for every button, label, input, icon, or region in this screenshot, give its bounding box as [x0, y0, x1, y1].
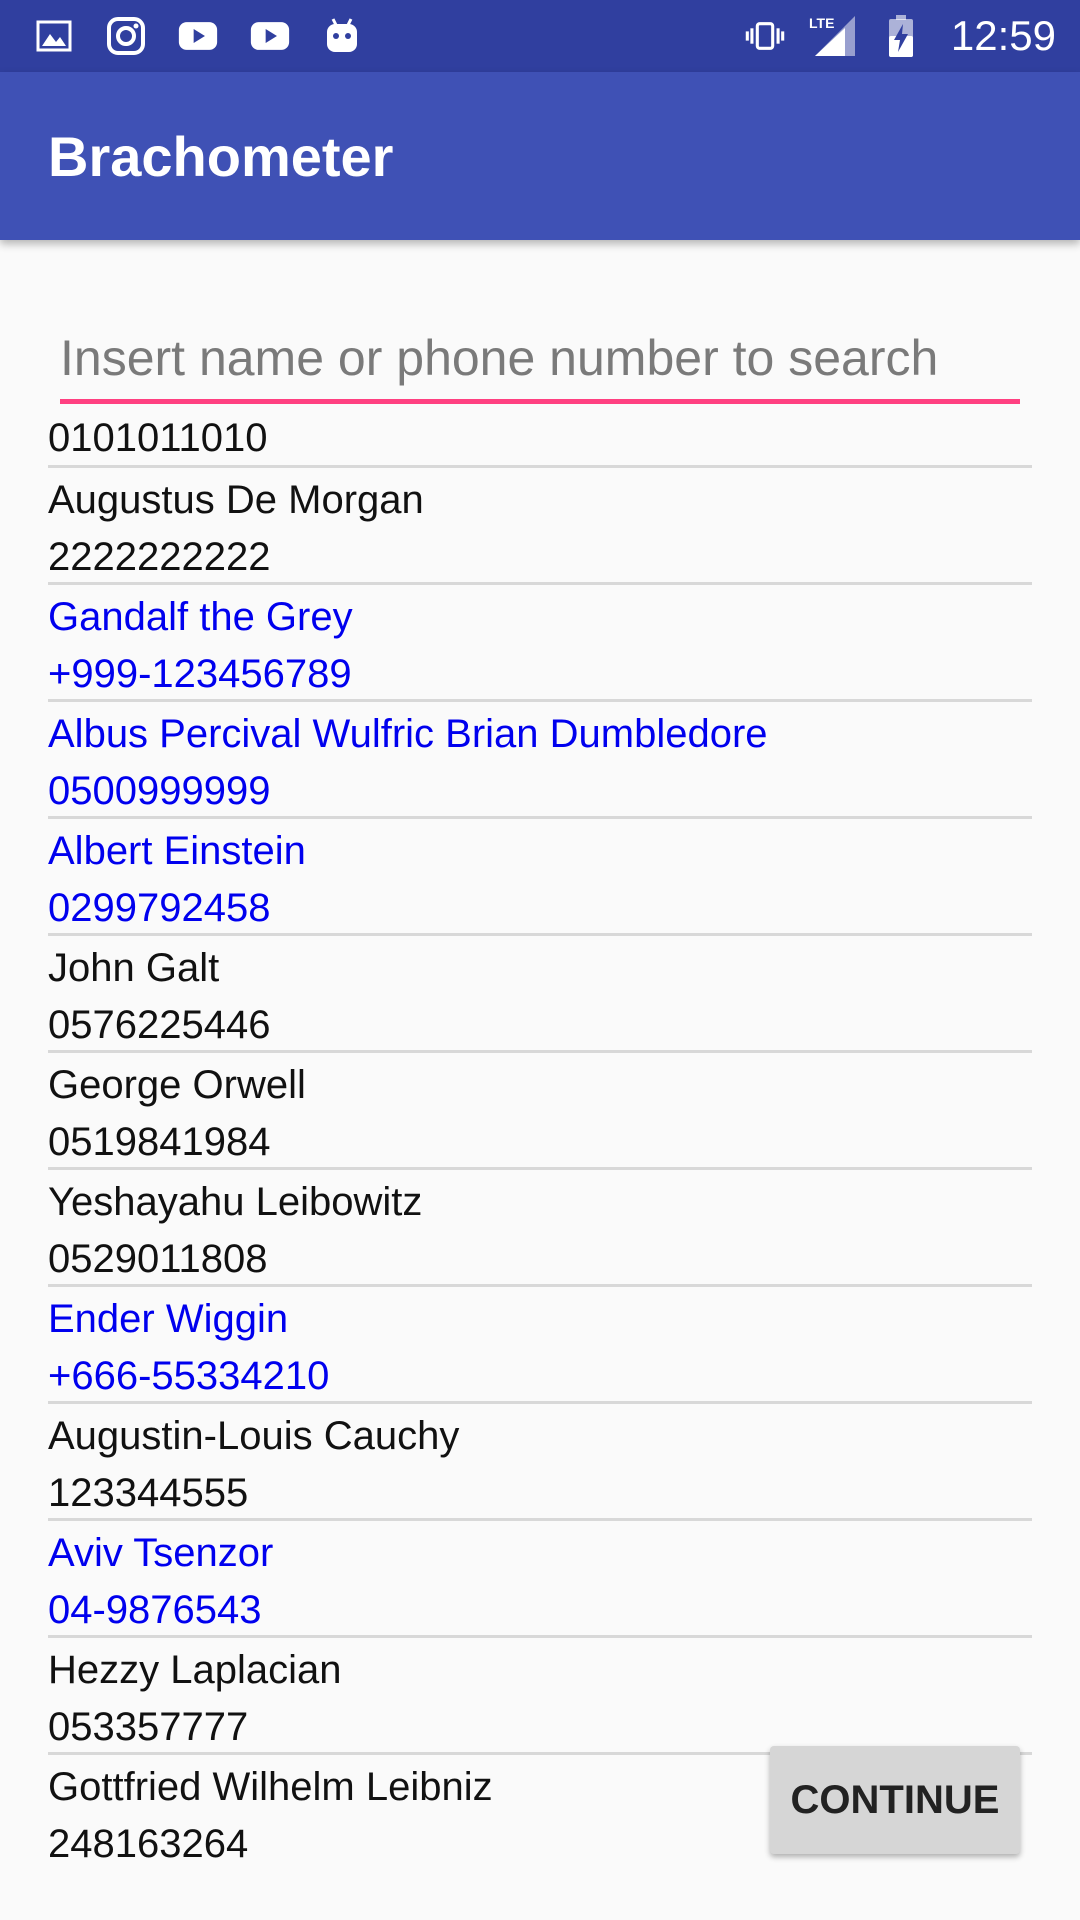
- contact-phone: 0299792458: [48, 886, 271, 930]
- app-bar: Brachometer: [0, 72, 1080, 240]
- list-item[interactable]: Hezzy Laplacian 053357777: [48, 1638, 1032, 1755]
- youtube-icon: [178, 16, 218, 56]
- list-item[interactable]: Yeshayahu Leibowitz 0529011808: [48, 1170, 1032, 1287]
- search-input[interactable]: [60, 318, 1020, 398]
- contact-list[interactable]: 0101011010 Augustus De Morgan 2222222222…: [48, 408, 1032, 1872]
- list-item[interactable]: Augustus De Morgan 2222222222: [48, 468, 1032, 585]
- contact-name: Ender Wiggin: [48, 1297, 289, 1341]
- continue-button[interactable]: CONTINUE: [770, 1746, 1020, 1854]
- contact-name: Hezzy Laplacian: [48, 1648, 342, 1692]
- contact-phone: 0529011808: [48, 1237, 268, 1281]
- list-item[interactable]: 0101011010: [48, 408, 1032, 468]
- contact-phone: 0519841984: [48, 1120, 271, 1164]
- list-item[interactable]: Albert Einstein 0299792458: [48, 819, 1032, 936]
- list-item[interactable]: Ender Wiggin +666-55334210: [48, 1287, 1032, 1404]
- contact-name: Yeshayahu Leibowitz: [48, 1180, 423, 1224]
- contact-phone: 0500999999: [48, 769, 271, 813]
- contact-phone: +999-123456789: [48, 652, 352, 696]
- contact-phone: 0101011010: [48, 416, 268, 460]
- app-title: Brachometer: [48, 124, 394, 188]
- list-item[interactable]: John Galt 0576225446: [48, 936, 1032, 1053]
- image-icon: [34, 16, 74, 56]
- contact-phone: 04-9876543: [48, 1588, 262, 1632]
- notification-icons: [34, 16, 394, 56]
- list-item[interactable]: George Orwell 0519841984: [48, 1053, 1032, 1170]
- youtube-icon: [250, 16, 290, 56]
- contact-name: Gandalf the Grey: [48, 595, 353, 639]
- contact-name: Augustin-Louis Cauchy: [48, 1414, 460, 1458]
- clock: 12:59: [950, 12, 1056, 59]
- contact-phone: 2222222222: [48, 535, 271, 579]
- contact-name: John Galt: [48, 946, 220, 990]
- svg-text:LTE: LTE: [809, 15, 834, 31]
- list-item[interactable]: Aviv Tsenzor 04-9876543: [48, 1521, 1032, 1638]
- search-field-container: [60, 318, 1020, 404]
- vibrate-icon: [745, 16, 785, 56]
- battery-charging-icon: [881, 15, 921, 57]
- contact-name: Augustus De Morgan: [48, 478, 424, 522]
- contact-phone: +666-55334210: [48, 1354, 330, 1398]
- contact-name: George Orwell: [48, 1063, 306, 1107]
- list-item[interactable]: Augustin-Louis Cauchy 123344555: [48, 1404, 1032, 1521]
- contact-name: Albus Percival Wulfric Brian Dumbledore: [48, 712, 768, 756]
- android-icon: [322, 16, 362, 56]
- status-bar: LTE 12:59: [0, 0, 1080, 72]
- lte-signal-icon: LTE: [809, 15, 857, 56]
- instagram-icon: [106, 16, 146, 56]
- contact-phone: 0576225446: [48, 1003, 271, 1047]
- system-icons: LTE 12:59: [735, 12, 1056, 60]
- contact-phone: 123344555: [48, 1471, 249, 1515]
- contact-name: Aviv Tsenzor: [48, 1531, 274, 1575]
- list-item[interactable]: Gandalf the Grey +999-123456789: [48, 585, 1032, 702]
- list-item[interactable]: Albus Percival Wulfric Brian Dumbledore …: [48, 702, 1032, 819]
- contact-name: Albert Einstein: [48, 829, 306, 873]
